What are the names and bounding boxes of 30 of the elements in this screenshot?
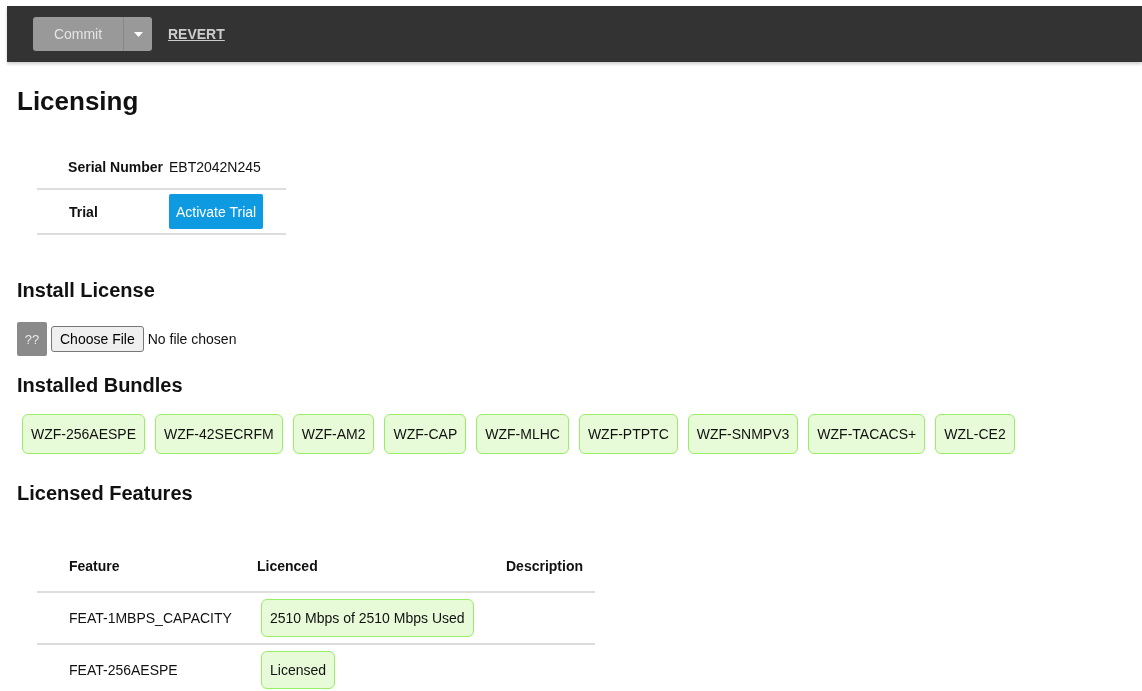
bundle-tag: WZF-MLHC (476, 414, 569, 454)
info-value: EBT2042N245 (169, 158, 261, 175)
activate-trial-button[interactable]: Activate Trial (169, 194, 264, 229)
bundle-tag: WZF-CAP (384, 414, 467, 454)
bundle-tag: WZF-PTPTC (578, 414, 678, 454)
column-header: Description (506, 558, 584, 574)
table-cell-text: FEAT-256AESPE (68, 662, 179, 678)
file-status: No file chosen (147, 331, 237, 347)
revert-link[interactable]: REVERT (168, 26, 225, 42)
bundle-tag: WZF-SNMPV3 (687, 414, 799, 454)
column-header: Licenced (257, 558, 319, 574)
column-header: Feature (68, 558, 121, 574)
section-title: Licensed Features (17, 482, 194, 505)
page-title: Licensing (17, 86, 140, 117)
license-tag: Licensed (261, 651, 336, 689)
bundle-tag: WZF-256AESPE (22, 414, 146, 454)
info-label: Serial Number (67, 158, 164, 175)
license-tag: 2510 Mbps of 2510 Mbps Used (261, 599, 474, 637)
bundle-tag: WZF-AM2 (292, 414, 375, 454)
caret-icon (133, 31, 143, 37)
bundle-tag: WZF-TACACS+ (808, 414, 926, 454)
bundle-tag: WZL-CE2 (935, 414, 1015, 454)
section-title: Install License (17, 279, 156, 302)
section-title: Installed Bundles (17, 374, 184, 397)
choose-file-button[interactable]: Choose File (51, 326, 144, 352)
table-cell-text: FEAT-1MBPS_CAPACITY (68, 610, 233, 626)
help-button[interactable]: ?? (17, 322, 47, 356)
bundle-tag: WZF-42SECRFM (155, 414, 283, 454)
commit-menu-button[interactable] (123, 17, 152, 51)
info-label: Trial (68, 203, 99, 220)
